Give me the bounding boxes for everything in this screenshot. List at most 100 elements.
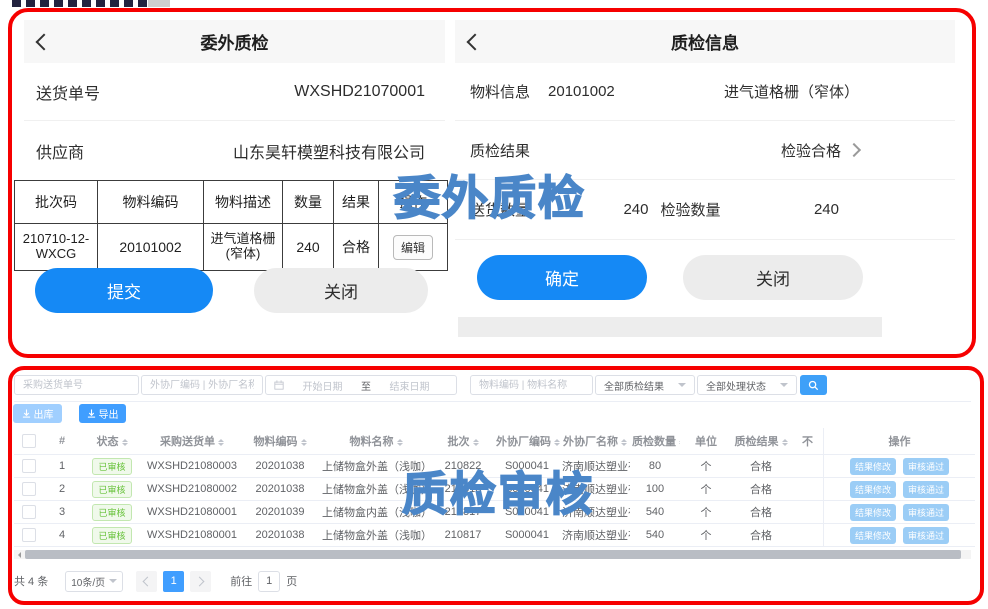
pagination: 共 4 条 10条/页 1 前往 页 <box>14 570 297 592</box>
approve-button[interactable]: 审核通过 <box>903 527 949 544</box>
select-all-checkbox[interactable] <box>22 434 36 448</box>
col-batch[interactable]: 批次 <box>432 428 494 455</box>
row-checkbox[interactable] <box>22 459 36 473</box>
cell-desc: 进气道格栅(窄体) <box>204 224 283 271</box>
delivery-no-value: WXSHD21070001 <box>294 83 425 101</box>
result-filter-select[interactable]: 全部质检结果 <box>595 375 695 395</box>
approve-button[interactable]: 审核通过 <box>903 458 949 475</box>
row-actions: 结果修改 审核通过 <box>824 478 975 501</box>
modify-result-button[interactable]: 结果修改 <box>850 504 896 521</box>
prev-page-button[interactable] <box>136 571 157 592</box>
material-filter-input[interactable] <box>470 375 593 395</box>
edit-button[interactable]: 编辑 <box>393 235 433 260</box>
close-button-right[interactable]: 关闭 <box>683 255 863 300</box>
approve-button[interactable]: 审核通过 <box>903 504 949 521</box>
outbound-button[interactable]: 出库 <box>13 404 62 423</box>
horizontal-scrollbar[interactable] <box>14 550 971 559</box>
status-select-value: 全部处理状态 <box>706 378 766 393</box>
modify-result-button[interactable]: 结果修改 <box>850 527 896 544</box>
sort-icon[interactable] <box>218 436 224 449</box>
row-checkbox[interactable] <box>22 482 36 496</box>
info-panel-header: 质检信息 <box>455 20 955 63</box>
start-date-placeholder: 开始日期 <box>303 378 343 393</box>
total-count: 共 4 条 <box>14 573 48 589</box>
download-icon <box>22 409 31 418</box>
export-button[interactable]: 导出 <box>79 404 126 423</box>
page-size-select[interactable]: 10条/页 <box>65 571 123 592</box>
sort-icon[interactable] <box>554 436 560 449</box>
supplier-row: 供应商 山东昊轩模塑科技有限公司 <box>24 121 445 181</box>
material-code: 20101002 <box>548 83 615 100</box>
sort-icon[interactable] <box>301 436 307 449</box>
confirm-button[interactable]: 确定 <box>477 255 647 300</box>
material-info-row: 物料信息 20101002 进气道格栅（窄体） <box>455 63 955 121</box>
inspect-panel-header: 委外质检 <box>24 20 445 63</box>
col-vendor-name[interactable]: 外协厂名称 <box>560 428 630 455</box>
row-actions: 结果修改 审核通过 <box>824 524 975 547</box>
col-code: 物料编码 <box>98 181 204 224</box>
col-qty: 数量 <box>283 181 334 224</box>
delivery-no-row: 送货单号 WXSHD21070001 <box>24 63 445 121</box>
sort-icon[interactable] <box>621 436 627 449</box>
supplier-value: 山东昊轩模塑科技有限公司 <box>233 139 425 163</box>
sort-icon[interactable] <box>782 436 788 449</box>
col-operation: 操作 <box>824 428 975 455</box>
screen: 委外质检 送货单号 WXSHD21070001 供应商 山东昊轩模塑科技有限公司… <box>0 0 988 609</box>
order-filter-input[interactable] <box>14 375 139 395</box>
col-material-code[interactable]: 物料编码 <box>240 428 320 455</box>
sort-icon[interactable] <box>122 436 128 449</box>
back-icon-right[interactable] <box>467 34 484 51</box>
modify-result-button[interactable]: 结果修改 <box>850 481 896 498</box>
col-order[interactable]: 采购送货单 <box>144 428 240 455</box>
status-filter-select[interactable]: 全部处理状态 <box>697 375 797 395</box>
result-value: 检验合格 <box>781 140 841 161</box>
col-material-name[interactable]: 物料名称 <box>320 428 432 455</box>
approve-button[interactable]: 审核通过 <box>903 481 949 498</box>
col-unit: 单位 <box>680 428 732 455</box>
panel-title: 委外质检 <box>201 29 269 54</box>
status-badge: 已审核 <box>92 527 131 544</box>
scrollbar-thumb[interactable] <box>25 550 961 559</box>
row-checkbox[interactable] <box>22 505 36 519</box>
date-range-picker[interactable]: 开始日期 至 结束日期 <box>265 375 457 395</box>
sort-icon[interactable] <box>679 436 680 449</box>
goto-label: 前往 <box>230 573 252 589</box>
export-label: 导出 <box>99 406 119 421</box>
col-result: 结果 <box>334 181 379 224</box>
delivery-no-label: 送货单号 <box>36 80 100 104</box>
modify-result-button[interactable]: 结果修改 <box>850 458 896 475</box>
chevron-down-icon <box>109 579 117 587</box>
cell-batch: 210710-12-WXCG <box>15 224 98 271</box>
sort-icon[interactable] <box>397 436 403 449</box>
calendar-icon <box>274 380 284 390</box>
row-actions: 结果修改 审核通过 <box>824 501 975 524</box>
search-button[interactable] <box>800 375 827 395</box>
material-label: 物料信息 <box>470 81 530 102</box>
submit-button[interactable]: 提交 <box>35 268 213 313</box>
next-page-button[interactable] <box>190 571 211 592</box>
watermark-bottom: 质检审核 <box>402 458 594 524</box>
goto-page-input[interactable] <box>258 571 280 592</box>
outbound-label: 出库 <box>34 406 54 421</box>
panel-title-right: 质检信息 <box>671 29 739 54</box>
scroll-left-arrow-icon[interactable] <box>14 550 24 559</box>
col-result[interactable]: 质检结果 <box>732 428 790 455</box>
vendor-filter-input[interactable] <box>141 375 263 395</box>
back-icon[interactable] <box>36 34 53 51</box>
operation-fixed-column: 操作 结果修改 审核通过 结果修改 审核通过 结果修改 审核通过 结果修改 审核… <box>823 428 975 547</box>
col-index: # <box>44 428 80 455</box>
row-checkbox[interactable] <box>22 528 36 542</box>
col-vendor-code[interactable]: 外协厂编码 <box>494 428 560 455</box>
sort-icon[interactable] <box>473 436 479 449</box>
col-qty[interactable]: 质检数量 <box>630 428 680 455</box>
result-select-value: 全部质检结果 <box>604 378 664 393</box>
row-actions: 结果修改 审核通过 <box>824 455 975 478</box>
current-page-button[interactable]: 1 <box>163 571 184 592</box>
inspect-items-table: 批次码 物料编码 物料描述 数量 结果 操作 210710-12-WXCG 20… <box>14 180 448 271</box>
col-status[interactable]: 状态 <box>80 428 144 455</box>
bottom-gray-bar <box>458 317 882 337</box>
close-button-left[interactable]: 关闭 <box>254 268 428 313</box>
status-badge: 已审核 <box>92 504 131 521</box>
filter-divider <box>14 401 971 402</box>
download-icon <box>87 409 96 418</box>
